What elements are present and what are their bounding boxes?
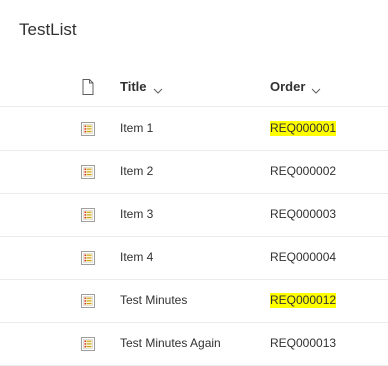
row-title[interactable]: Test Minutes Again	[120, 336, 221, 351]
table-row[interactable]: Test Minutes Again REQ000013	[0, 322, 388, 366]
table-row[interactable]: Item 2 REQ000002	[0, 150, 388, 194]
row-order: REQ000012	[270, 293, 337, 308]
row-title[interactable]: Item 1	[120, 121, 153, 136]
column-header-row: Title Order	[0, 70, 388, 107]
table-row[interactable]: Item 3 REQ000003	[0, 193, 388, 237]
list-item-icon	[79, 120, 97, 138]
row-order: REQ000001	[270, 121, 337, 136]
list-item-icon	[79, 292, 97, 310]
list-item-icon	[79, 163, 97, 181]
chevron-down-icon	[311, 83, 321, 94]
row-title[interactable]: Test Minutes	[120, 293, 187, 308]
list-item-icon	[79, 249, 97, 267]
column-header-order[interactable]: Order	[270, 79, 321, 94]
row-order: REQ000003	[270, 207, 337, 221]
row-title[interactable]: Item 3	[120, 207, 153, 222]
document-icon	[79, 78, 97, 96]
table-row[interactable]: Test Minutes REQ000012	[0, 279, 388, 323]
chevron-down-icon	[153, 83, 163, 94]
page-title: TestList	[19, 20, 77, 39]
row-order: REQ000004	[270, 250, 337, 264]
row-order: REQ000013	[270, 336, 337, 350]
column-header-title[interactable]: Title	[120, 79, 163, 94]
table-row[interactable]: Item 1 REQ000001	[0, 107, 388, 151]
list-item-icon	[79, 206, 97, 224]
row-order: REQ000002	[270, 164, 337, 178]
row-title[interactable]: Item 4	[120, 250, 153, 265]
row-title[interactable]: Item 2	[120, 164, 153, 179]
column-header-title-label: Title	[120, 79, 147, 94]
list-item-icon	[79, 335, 97, 353]
table-row[interactable]: Item 4 REQ000004	[0, 236, 388, 280]
column-header-order-label: Order	[270, 79, 306, 94]
